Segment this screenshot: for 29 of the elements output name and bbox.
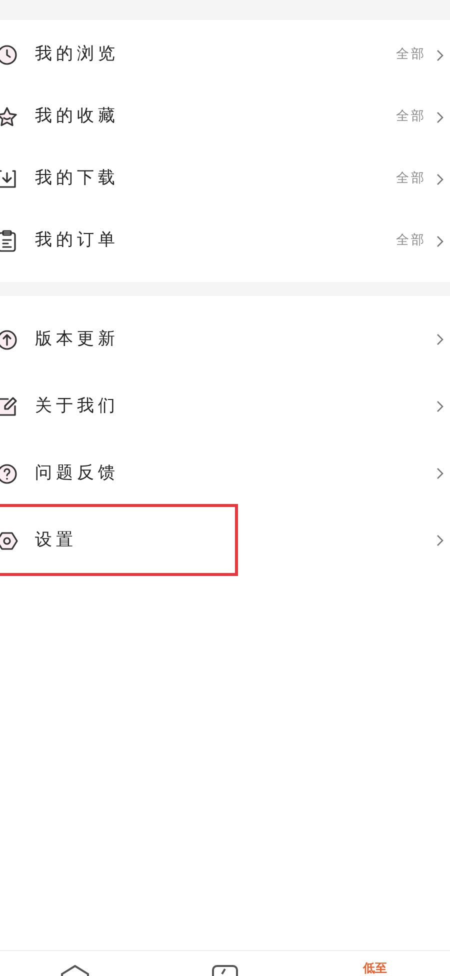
view-all-link[interactable]: 全部	[396, 107, 426, 127]
view-all-link[interactable]: 全部	[396, 169, 426, 189]
menu-item-label[interactable]: 我的浏览	[35, 42, 119, 68]
menu-item-label[interactable]: 问题反馈	[35, 460, 119, 486]
help-icon	[0, 462, 19, 486]
chevron-right-icon	[436, 333, 444, 346]
chevron-right-icon	[436, 400, 444, 413]
task-icon[interactable]	[210, 965, 240, 976]
star-icon	[0, 105, 19, 129]
menu-item-label[interactable]: 设置	[35, 528, 77, 554]
clock-icon	[0, 43, 19, 67]
chevron-right-icon	[436, 110, 444, 124]
menu-item-label[interactable]: 关于我们	[35, 394, 119, 420]
menu-item-label[interactable]: 我的订单	[35, 228, 119, 254]
edit-icon	[0, 394, 19, 418]
home-icon[interactable]	[60, 965, 90, 976]
chevron-right-icon	[436, 534, 444, 547]
menu-item-label[interactable]: 我的下载	[35, 166, 119, 192]
menu-item-label[interactable]: 我的收藏	[35, 104, 119, 130]
view-all-link[interactable]: 全部	[396, 231, 426, 251]
view-all-link[interactable]: 全部	[396, 45, 426, 65]
menu-item-label[interactable]: 版本更新	[35, 326, 119, 352]
clipboard-icon	[0, 229, 19, 253]
up-arrow-icon	[0, 328, 19, 352]
chevron-right-icon	[436, 234, 444, 248]
chevron-right-icon	[436, 172, 444, 186]
download-icon	[0, 167, 19, 191]
chevron-right-icon	[436, 467, 444, 480]
chevron-right-icon	[436, 48, 444, 62]
